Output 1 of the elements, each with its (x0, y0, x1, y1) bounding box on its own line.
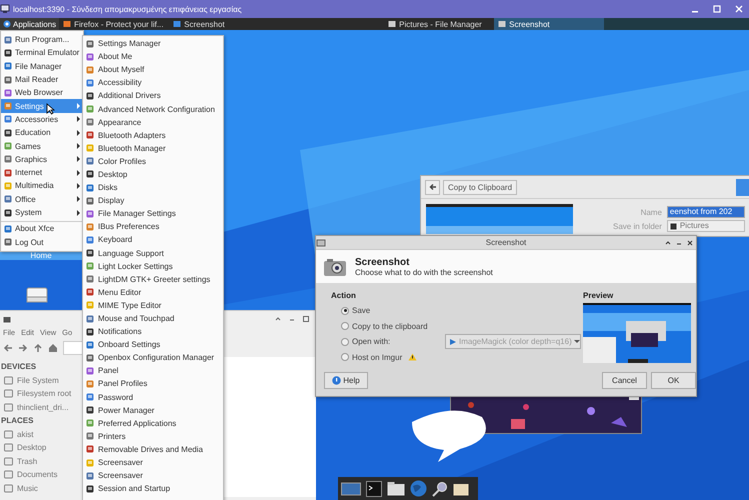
window-title: localhost:3390 - Σύνδεση απομακρυσμένης επιφάνειας εργασίας (13, 4, 242, 14)
